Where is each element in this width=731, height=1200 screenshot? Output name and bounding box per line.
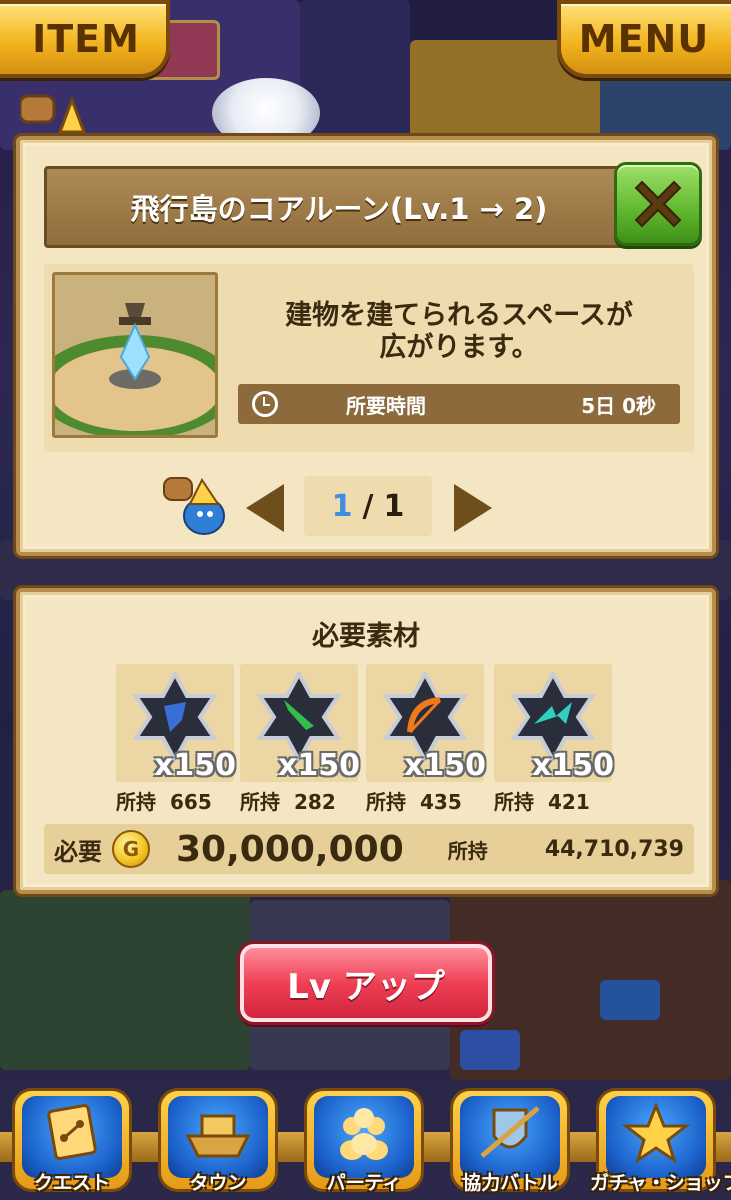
material-item[interactable]: x150 — [240, 664, 360, 784]
description-line-1: 建物を建てられるスペースが — [285, 300, 633, 331]
menu-button-label: MENU — [578, 17, 710, 61]
material-item[interactable]: x150 — [366, 664, 486, 784]
upgrade-panel: 飛行島のコアルーン(Lv.1 → 2) 建物を建てられるスペースが 広がります。… — [16, 136, 716, 556]
required-gold-value: 30,000,000 — [176, 828, 404, 870]
item-button[interactable]: ITEM — [0, 0, 170, 78]
material-quantity: x150 — [278, 748, 360, 783]
nav-coop-battle[interactable]: 協力バトル — [444, 1088, 576, 1200]
material-owned-label: 所持 — [366, 790, 406, 814]
nav-party-label: パーティ — [326, 1172, 402, 1194]
material-owned-count: 435 — [420, 790, 462, 814]
material-owned-count: 421 — [548, 790, 590, 814]
material-owned: 所持 665 — [116, 786, 212, 815]
gold-coin-icon: G — [112, 830, 150, 868]
nav-party[interactable]: パーティ — [298, 1088, 430, 1200]
material-quantity: x150 — [154, 748, 236, 783]
materials-title: 必要素材 — [312, 621, 420, 652]
material-item[interactable]: x150 — [116, 664, 236, 784]
material-owned-count: 665 — [170, 790, 212, 814]
material-item[interactable]: x150 — [494, 664, 614, 784]
upgrade-title-bar: 飛行島のコアルーン(Lv.1 → 2) — [44, 166, 634, 248]
description-line-2: 広がります。 — [379, 332, 539, 363]
required-time-bar: 所要時間 5日 0秒 — [238, 384, 680, 424]
party-people-icon — [340, 1108, 388, 1160]
close-icon — [634, 180, 682, 228]
mascot-character-icon — [163, 477, 225, 535]
material-quantity: x150 — [404, 748, 486, 783]
material-owned: 所持 282 — [240, 786, 336, 815]
description-text: 建物を建てられるスペースが 広がります。 — [234, 300, 684, 364]
bottom-navigation: クエスト タウン パーティ 協力バトル ガチャ・ショップ — [0, 1074, 731, 1200]
material-quantity: x150 — [532, 748, 614, 783]
nav-gacha-shop-label: ガチャ・ショップ — [590, 1172, 731, 1194]
owned-gold-value: 44,710,739 — [544, 836, 684, 862]
previous-page-button[interactable] — [246, 484, 284, 532]
level-up-label: Lv アップ — [287, 966, 445, 1007]
page-current: 1 — [331, 488, 353, 524]
clock-icon — [252, 391, 278, 417]
material-owned-count: 282 — [294, 790, 336, 814]
materials-panel: 必要素材 x150 所持 665 x150 所持 282 x150 所持 435 — [16, 588, 716, 894]
nav-town[interactable]: タウン — [152, 1088, 284, 1200]
nav-coop-battle-label: 協力バトル — [462, 1172, 558, 1194]
material-owned-label: 所持 — [116, 790, 156, 814]
nav-quest[interactable]: クエスト — [6, 1088, 138, 1200]
page-separator: / — [362, 488, 374, 524]
page-total: 1 — [383, 488, 405, 524]
coop-battle-shield-icon — [480, 1106, 540, 1158]
page-indicator: 1 / 1 — [304, 476, 432, 536]
nav-gacha-shop[interactable]: ガチャ・ショップ — [590, 1088, 731, 1200]
mascot-hammer-icon — [20, 94, 87, 134]
required-time-value: 5日 0秒 — [581, 393, 656, 418]
description-box: 建物を建てられるスペースが 広がります。 所要時間 5日 0秒 — [44, 264, 694, 452]
nav-town-label: タウン — [189, 1172, 247, 1194]
material-owned: 所持 421 — [494, 786, 590, 815]
level-up-button[interactable]: Lv アップ — [240, 944, 492, 1022]
material-owned: 所持 435 — [366, 786, 462, 815]
gacha-star-icon — [621, 1102, 691, 1164]
owned-gold-label: 所持 — [447, 838, 488, 863]
close-button[interactable] — [614, 162, 702, 246]
material-owned-label: 所持 — [240, 790, 280, 814]
required-time-label: 所要時間 — [346, 393, 426, 418]
nav-quest-label: クエスト — [33, 1172, 110, 1194]
gold-cost-bar: 必要 G 30,000,000 所持 44,710,739 — [44, 824, 694, 874]
town-ship-icon — [185, 1114, 251, 1158]
material-owned-label: 所持 — [494, 790, 534, 814]
item-button-label: ITEM — [32, 17, 140, 61]
upgrade-title: 飛行島のコアルーン(Lv.1 → 2) — [130, 192, 548, 226]
quest-map-icon — [47, 1104, 97, 1160]
menu-button[interactable]: MENU — [557, 0, 731, 78]
next-page-button[interactable] — [454, 484, 492, 532]
required-cost-label: 必要 — [54, 837, 102, 866]
core-rune-thumbnail — [52, 272, 218, 438]
